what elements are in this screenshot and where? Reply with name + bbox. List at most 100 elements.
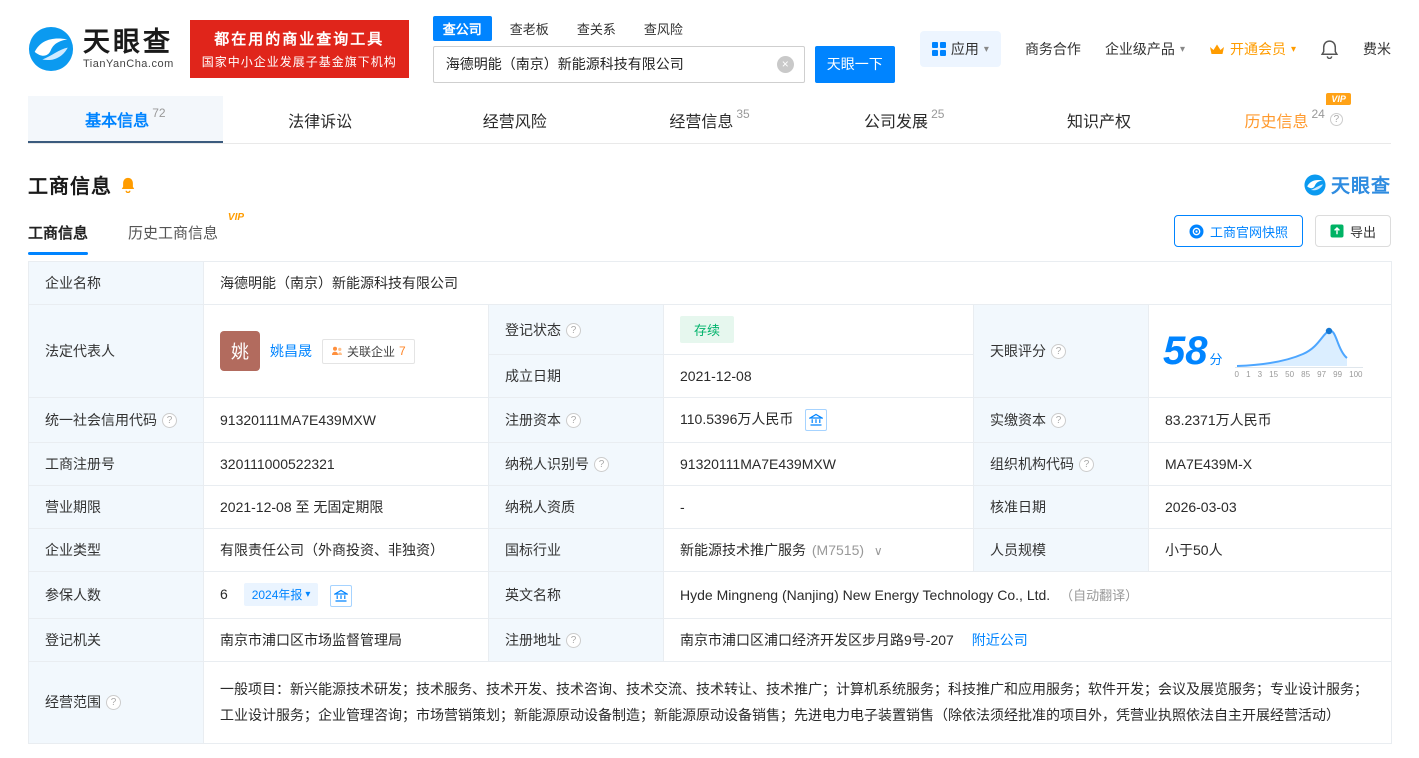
tab-intellectual-property[interactable]: 知识产权 bbox=[1002, 96, 1197, 143]
info-icon[interactable]: ? bbox=[1051, 413, 1066, 429]
tianyancha-company-page: 天眼查 TianYanCha.com 都在用的商业查询工具 国家中小企业发展子基… bbox=[0, 0, 1419, 744]
membership-label: 开通会员 bbox=[1229, 41, 1286, 57]
search-tab-risk[interactable]: 查风险 bbox=[634, 16, 693, 41]
tab-label: 历史信息 bbox=[1244, 113, 1309, 131]
tab-label: 经营风险 bbox=[482, 113, 547, 131]
label-registration-number: 工商注册号 bbox=[28, 442, 204, 487]
related-count: 7 bbox=[399, 344, 406, 358]
insured-bank-icon[interactable] bbox=[330, 584, 353, 607]
subtab-label: 历史工商信息 bbox=[128, 225, 219, 242]
subtab-history-registration[interactable]: 历史工商信息 VIP bbox=[128, 212, 244, 255]
value-registered-capital: 110.5396万人民币 bbox=[663, 396, 974, 444]
english-name-text: Hyde Mingneng (Nanjing) New Energy Techn… bbox=[680, 587, 1051, 604]
table-row: 营业期限 2021-12-08 至 无固定期限 纳税人资质 - 核准日期 202… bbox=[28, 485, 1393, 530]
clear-search-icon[interactable]: × bbox=[776, 55, 794, 73]
table-row: 经营范围? 一般项目：新兴能源技术研发；技术服务、技术开发、技术咨询、技术交流、… bbox=[28, 660, 1393, 744]
logo-title: 天眼查 bbox=[83, 27, 173, 58]
info-icon[interactable]: ? bbox=[1051, 344, 1066, 359]
legal-rep-name-link[interactable]: 姚昌晟 bbox=[270, 341, 312, 361]
tab-basic-info[interactable]: 基本信息 72 bbox=[28, 96, 223, 143]
value-taxpayer-quality: - bbox=[663, 485, 974, 530]
business-cooperation-link[interactable]: 商务合作 bbox=[1025, 39, 1081, 59]
auto-translate-note: （自动翻译） bbox=[1060, 588, 1139, 604]
caret-down-icon: ▾ bbox=[305, 589, 311, 601]
subscribe-bell-icon[interactable] bbox=[120, 176, 136, 193]
label-text: 注册资本 bbox=[505, 412, 561, 429]
related-companies-badge[interactable]: 关联企业 7 bbox=[322, 338, 415, 364]
search-tab-company[interactable]: 查公司 bbox=[432, 15, 492, 41]
info-icon[interactable]: ? bbox=[566, 632, 581, 648]
tab-history-info[interactable]: 历史信息 24 ? VIP bbox=[1196, 92, 1391, 143]
score-number: 58 bbox=[1163, 329, 1208, 373]
search-block: 查公司 查老板 查关系 查风险 × 天眼一下 bbox=[432, 15, 895, 83]
apps-menu[interactable]: 应用 ▾ bbox=[919, 31, 1001, 67]
table-row: 登记机关 南京市浦口区市场监督管理局 注册地址? 南京市浦口区浦口经济开发区步月… bbox=[28, 617, 1393, 662]
watermark-text: 天眼查 bbox=[1330, 176, 1391, 197]
tab-label: 基本信息 bbox=[85, 112, 150, 130]
info-icon[interactable]: ? bbox=[566, 413, 581, 429]
banner-line1: 都在用的商业查询工具 bbox=[214, 31, 385, 48]
label-registration-authority: 登记机关 bbox=[28, 617, 204, 662]
label-text: 天眼评分 bbox=[990, 343, 1046, 359]
company-nav-tabs: 基本信息 72 法律诉讼 经营风险 经营信息 35 公司发展 25 知识产权 历… bbox=[28, 92, 1391, 144]
enterprise-label: 企业级产品 bbox=[1104, 41, 1175, 57]
info-icon[interactable]: ? bbox=[566, 322, 581, 338]
table-row: 企业名称 海德明能（南京）新能源科技有限公司 bbox=[28, 261, 1393, 305]
info-icon[interactable]: ? bbox=[1329, 113, 1343, 126]
label-text: 统一社会信用代码 bbox=[45, 412, 157, 429]
search-tabs: 查公司 查老板 查关系 查风险 bbox=[432, 15, 895, 41]
search-tab-boss[interactable]: 查老板 bbox=[500, 16, 559, 41]
value-industry: 新能源技术推广服务 (M7515) ∨ bbox=[663, 528, 974, 573]
export-button[interactable]: 导出 bbox=[1314, 215, 1391, 247]
industry-text: 新能源技术推广服务 bbox=[680, 542, 806, 559]
label-paid-capital: 实缴资本? bbox=[973, 396, 1149, 444]
value-staff-size: 小于50人 bbox=[1147, 528, 1393, 573]
snapshot-icon bbox=[1189, 224, 1204, 239]
tab-business-info[interactable]: 经营信息 35 bbox=[612, 96, 807, 143]
official-snapshot-button[interactable]: 工商官网快照 bbox=[1173, 215, 1303, 247]
table-row: 法定代表人 姚 姚昌晟 关联企业 7 登记状态 ? 存续 天眼评分 ? 58 分… bbox=[28, 304, 1393, 398]
info-icon[interactable]: ? bbox=[1079, 457, 1094, 473]
label-english-name: 英文名称 bbox=[488, 571, 664, 619]
tab-label: 公司发展 bbox=[864, 113, 929, 131]
annual-report-badge[interactable]: 2024年报 ▾ bbox=[243, 583, 319, 607]
value-english-name: Hyde Mingneng (Nanjing) New Energy Techn… bbox=[662, 571, 1393, 619]
caret-down-icon: ▾ bbox=[1290, 43, 1296, 55]
capital-bank-icon[interactable] bbox=[805, 409, 828, 432]
value-registration-status: 存续 bbox=[663, 304, 974, 355]
company-search-input[interactable] bbox=[433, 46, 804, 82]
logo-subtitle: TianYanCha.com bbox=[83, 57, 174, 70]
tab-legal-proceedings[interactable]: 法律诉讼 bbox=[223, 96, 418, 143]
value-tianyan-score[interactable]: 58 分 0 1 3 15 50 85 97 99 100 bbox=[1147, 304, 1393, 398]
tab-operational-risk[interactable]: 经营风险 bbox=[417, 96, 612, 143]
search-input-wrap: × bbox=[432, 45, 805, 83]
search-button[interactable]: 天眼一下 bbox=[814, 45, 895, 83]
table-row: 参保人数 6 2024年报 ▾ 英文名称 Hyde Mingneng (Nanj… bbox=[28, 571, 1393, 619]
info-icon[interactable]: ? bbox=[594, 457, 609, 473]
open-membership-menu[interactable]: 开通会员 ▾ bbox=[1209, 39, 1296, 59]
tab-count: 35 bbox=[736, 106, 750, 121]
subtab-row: 工商信息 历史工商信息 VIP 工商官网快照 导出 bbox=[0, 205, 1419, 255]
tianyancha-logo[interactable]: 天眼查 TianYanCha.com bbox=[28, 26, 174, 72]
label-text: 经营范围 bbox=[45, 694, 101, 711]
label-text: 组织机构代码 bbox=[990, 456, 1074, 473]
tab-company-development[interactable]: 公司发展 25 bbox=[807, 96, 1002, 143]
status-badge: 存续 bbox=[680, 316, 735, 343]
label-text: 纳税人识别号 bbox=[505, 456, 589, 473]
label-taxpayer-quality: 纳税人资质 bbox=[488, 485, 664, 530]
chevron-down-icon[interactable]: ∨ bbox=[874, 544, 883, 558]
enterprise-products-menu[interactable]: 企业级产品 ▾ bbox=[1105, 39, 1185, 59]
notifications-bell-icon[interactable] bbox=[1320, 39, 1339, 59]
user-account[interactable]: 费米 bbox=[1363, 39, 1391, 59]
value-insured-count: 6 2024年报 ▾ bbox=[203, 571, 489, 619]
nearby-companies-link[interactable]: 附近公司 bbox=[972, 632, 1028, 648]
value-business-term: 2021-12-08 至 无固定期限 bbox=[203, 485, 489, 530]
label-credit-code: 统一社会信用代码? bbox=[28, 396, 204, 444]
info-icon[interactable]: ? bbox=[106, 695, 121, 711]
info-icon[interactable]: ? bbox=[162, 413, 177, 429]
business-registration-table: 企业名称 海德明能（南京）新能源科技有限公司 法定代表人 姚 姚昌晟 关联企业 bbox=[28, 261, 1393, 744]
legal-rep-avatar[interactable]: 姚 bbox=[220, 331, 260, 371]
search-tab-relation[interactable]: 查关系 bbox=[567, 16, 626, 41]
label-company-type: 企业类型 bbox=[28, 528, 204, 573]
subtab-business-registration[interactable]: 工商信息 bbox=[28, 222, 89, 255]
